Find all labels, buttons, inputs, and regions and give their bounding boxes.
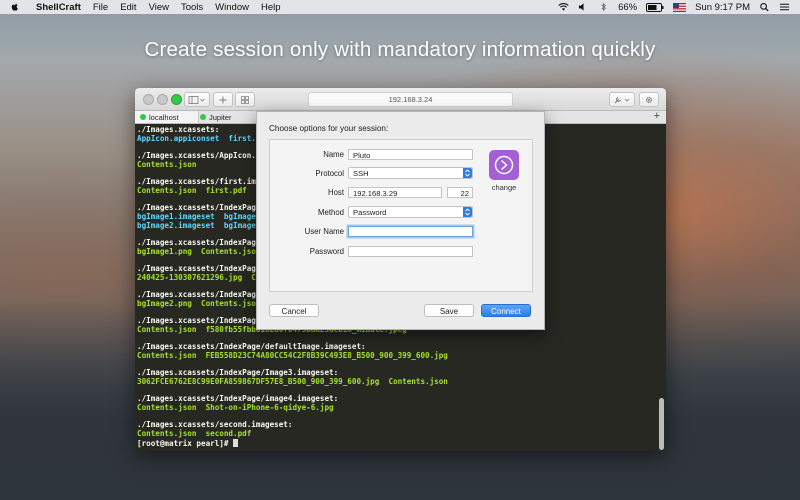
spotlight-search-icon[interactable] bbox=[759, 2, 770, 12]
terminal-text: AppIcon.appiconset first.i bbox=[137, 133, 261, 143]
tab-jupiter[interactable]: Jupiter bbox=[195, 111, 260, 123]
plus-icon bbox=[219, 96, 227, 103]
tab-label: localhost bbox=[149, 112, 179, 122]
add-tab-button[interactable]: + bbox=[654, 110, 660, 122]
terminal-text: ./Images.xcassets/first.imag bbox=[137, 177, 266, 187]
menu-help[interactable]: Help bbox=[261, 2, 281, 13]
terminal-text: bgImage2.png Contents.json bbox=[137, 298, 261, 308]
connected-status-icon bbox=[200, 114, 206, 120]
terminal-text: ./Images.xcassets/IndexPage/defaultImage… bbox=[137, 342, 366, 352]
sidebar-icon bbox=[188, 95, 205, 104]
connected-status-icon bbox=[140, 114, 146, 120]
protocol-label: Protocol bbox=[315, 169, 344, 178]
terminal-text: ./Images.xcassets/IndexPage/ bbox=[137, 316, 266, 326]
volume-icon[interactable] bbox=[578, 2, 589, 12]
terminal-text: ./Images.xcassets/IndexPage/ bbox=[137, 264, 266, 273]
host-field[interactable]: 192.168.3.29 bbox=[348, 187, 442, 198]
clock[interactable]: Sun 9:17 PM bbox=[695, 2, 750, 13]
terminal-text: ./Images.xcassets/AppIcon.ap bbox=[137, 151, 266, 161]
new-session-dialog: Choose options for your session: Name Pl… bbox=[256, 111, 545, 330]
terminal-text: Contents.json bbox=[137, 159, 197, 169]
wifi-icon[interactable] bbox=[558, 2, 569, 12]
terminal-text: bgImage1.png Contents.json bbox=[137, 246, 261, 256]
connect-button[interactable]: Connect bbox=[481, 304, 531, 317]
battery-icon[interactable] bbox=[646, 2, 664, 12]
notification-center-icon[interactable] bbox=[779, 2, 790, 12]
terminal-text: ./Images.xcassets/second.imageset: bbox=[137, 420, 293, 430]
method-select[interactable]: Password bbox=[348, 206, 473, 218]
menu-view[interactable]: View bbox=[149, 2, 169, 13]
settings-button[interactable] bbox=[639, 92, 659, 107]
username-label: User Name bbox=[304, 227, 344, 236]
us-flag-icon[interactable] bbox=[673, 2, 687, 12]
grid-icon bbox=[241, 95, 249, 104]
terminal-line: 3062FCE6762E8C99E0FA859867DF57E8_B500_90… bbox=[137, 376, 655, 387]
terminal-text: bgImage1.imageset bgImage3 bbox=[137, 211, 261, 221]
name-label: Name bbox=[323, 150, 344, 159]
menu-edit[interactable]: Edit bbox=[120, 2, 136, 13]
bluetooth-icon[interactable] bbox=[598, 2, 609, 12]
grid-view-button[interactable] bbox=[235, 92, 255, 107]
terminal-text: ./Images.xcassets: bbox=[137, 125, 220, 134]
menu-window[interactable]: Window bbox=[215, 2, 249, 13]
terminal-text: bgImage2.imageset bgImage4 bbox=[137, 220, 261, 230]
protocol-value: SSH bbox=[353, 169, 369, 178]
sidebar-toggle-button[interactable] bbox=[184, 92, 210, 107]
change-icon-label[interactable]: change bbox=[482, 183, 526, 192]
port-field[interactable]: 22 bbox=[447, 187, 473, 198]
save-button[interactable]: Save bbox=[424, 304, 474, 317]
minimize-button[interactable] bbox=[157, 94, 168, 105]
close-button[interactable] bbox=[143, 94, 154, 105]
terminal-text: ./Images.xcassets/IndexPage/ bbox=[137, 237, 266, 247]
wrench-icon bbox=[614, 96, 630, 103]
host-label: Host bbox=[327, 188, 344, 197]
select-arrows-icon bbox=[463, 207, 472, 217]
terminal-text: 3062FCE6762E8C99E0FA859867DF57E8_B500_90… bbox=[137, 376, 448, 386]
terminal-line: Contents.json second.pdf bbox=[137, 429, 655, 439]
terminal-text: Contents.json first.pdf bbox=[137, 185, 247, 195]
password-field[interactable] bbox=[348, 246, 473, 257]
terminal-text: ./Images.xcassets/IndexPage/image4.image… bbox=[137, 394, 339, 404]
terminal-text: ./Images.xcassets/IndexPage: bbox=[137, 203, 266, 213]
session-options-panel: Name Pluto Protocol SSH Host 192.168.3.2… bbox=[269, 139, 533, 292]
terminal-cursor bbox=[233, 438, 239, 447]
terminal-scrollbar[interactable] bbox=[659, 398, 664, 450]
terminal-text: [root@matrix pearl]# bbox=[137, 438, 234, 448]
name-field[interactable]: Pluto bbox=[348, 149, 473, 160]
tab-localhost[interactable]: localhost bbox=[135, 111, 199, 123]
terminal-text: ./Images.xcassets/IndexPage/ bbox=[137, 290, 266, 300]
password-label: Password bbox=[309, 247, 344, 256]
terminal-line: [root@matrix pearl]# bbox=[137, 438, 655, 448]
protocol-select[interactable]: SSH bbox=[348, 167, 473, 179]
zoom-button[interactable] bbox=[171, 94, 182, 105]
session-arrow-icon bbox=[494, 155, 514, 175]
tab-label: Jupiter bbox=[209, 112, 232, 122]
terminal-text: Contents.json second.pdf bbox=[137, 429, 252, 439]
terminal-text: 240425-130307621296.jpg Co bbox=[137, 272, 261, 282]
terminal-text: Contents.json FEB558D23C74A80CC54C2F8B39… bbox=[137, 350, 448, 360]
cancel-button[interactable]: Cancel bbox=[269, 304, 319, 317]
app-menu[interactable]: ShellCraft bbox=[36, 2, 81, 13]
tools-menu-button[interactable] bbox=[609, 92, 635, 107]
session-address[interactable]: 192.168.3.24 bbox=[308, 92, 513, 107]
terminal-line: Contents.json FEB558D23C74A80CC54C2F8B39… bbox=[137, 350, 655, 361]
menu-file[interactable]: File bbox=[93, 2, 108, 13]
dialog-title: Choose options for your session: bbox=[269, 124, 389, 133]
terminal-text: Contents.json Shot-on-iPhone-6-qidye-6.j… bbox=[137, 403, 334, 412]
session-icon-button[interactable] bbox=[489, 150, 519, 180]
terminal-line: Contents.json Shot-on-iPhone-6-qidye-6.j… bbox=[137, 403, 655, 413]
select-arrows-icon bbox=[463, 168, 472, 178]
title-bar: 192.168.3.24 bbox=[135, 88, 666, 111]
gear-icon bbox=[645, 96, 653, 103]
menu-bar: ShellCraft File Edit View Tools Window H… bbox=[0, 0, 800, 14]
menu-tools[interactable]: Tools bbox=[181, 2, 203, 13]
username-field[interactable] bbox=[348, 226, 473, 237]
terminal-text: ./Images.xcassets/IndexPage/Image3.image… bbox=[137, 368, 339, 378]
method-label: Method bbox=[317, 208, 344, 217]
new-session-button[interactable] bbox=[213, 92, 233, 107]
apple-icon[interactable] bbox=[10, 2, 20, 12]
battery-percent: 66% bbox=[618, 1, 638, 13]
marketing-headline: Create session only with mandatory infor… bbox=[144, 38, 656, 61]
method-value: Password bbox=[353, 208, 387, 217]
